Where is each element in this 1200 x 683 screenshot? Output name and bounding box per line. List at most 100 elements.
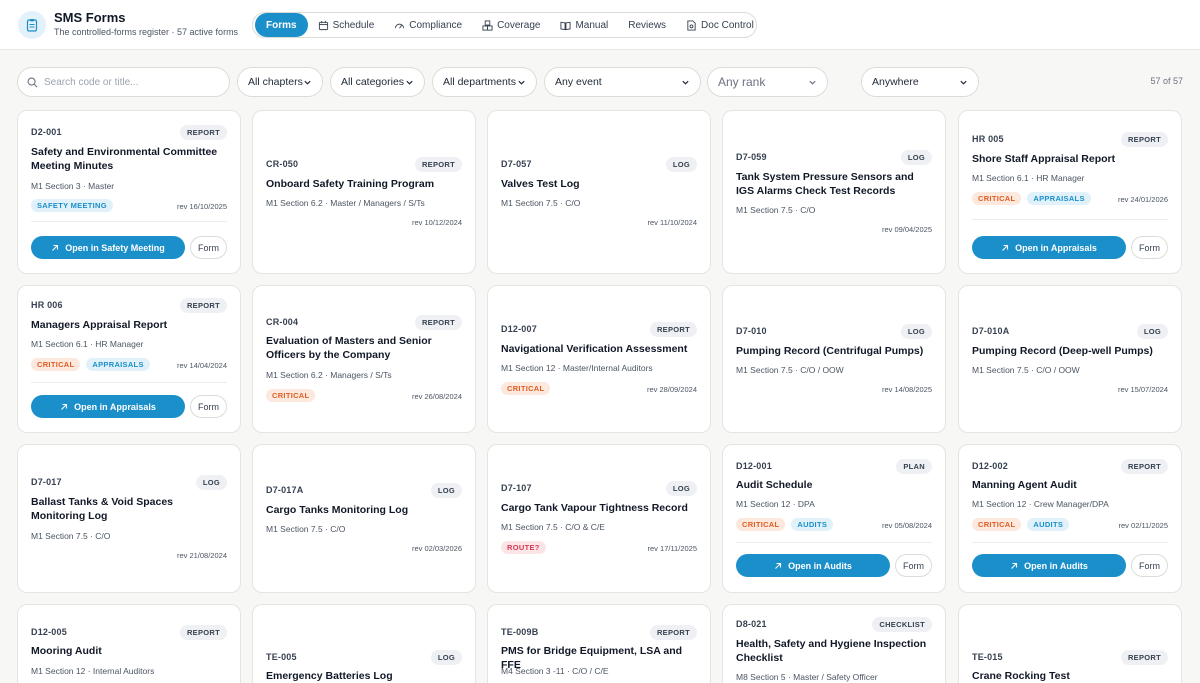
tab-doc-control[interactable]: Doc Control bbox=[676, 13, 764, 37]
tab-forms-label: Forms bbox=[266, 19, 297, 31]
form-meta: M1 Section 12 · Internal Auditors bbox=[31, 666, 155, 676]
open-module-button[interactable]: Open in Appraisals bbox=[31, 395, 185, 418]
type-badge: REPORT bbox=[649, 322, 697, 337]
form-card[interactable]: D12-007 REPORT Navigational Verification… bbox=[487, 285, 711, 433]
form-title: Manning Agent Audit bbox=[972, 479, 1077, 491]
form-card[interactable]: HR 006 REPORT Managers Appraisal Report … bbox=[17, 285, 241, 433]
type-badge: PLAN bbox=[896, 459, 932, 474]
revision-date: rev 02/03/2026 bbox=[411, 544, 462, 553]
type-badge: REPORT bbox=[179, 625, 227, 640]
form-title: Valves Test Log bbox=[501, 178, 580, 190]
search-input[interactable] bbox=[44, 76, 214, 88]
form-card[interactable]: HR 005 REPORT Shore Staff Appraisal Repo… bbox=[958, 110, 1182, 274]
category-select-value: All categories bbox=[341, 76, 405, 88]
clipboard-icon bbox=[18, 11, 46, 39]
critical-tag: CRITICAL bbox=[31, 358, 81, 371]
form-meta: M1 Section 6.2 · Master / Managers / S/T… bbox=[266, 198, 425, 208]
form-card[interactable]: D7-057 LOG Valves Test Log M1 Section 7.… bbox=[487, 110, 711, 274]
event-select[interactable]: Any event bbox=[544, 67, 701, 97]
open-module-button[interactable]: Open in Appraisals bbox=[972, 236, 1126, 259]
revision-date: rev 02/11/2025 bbox=[1118, 521, 1168, 530]
form-meta: M1 Section 7.5 · C/O / OOW bbox=[736, 365, 844, 375]
form-card[interactable]: D8-021 CHECKLIST Health, Safety and Hygi… bbox=[722, 604, 946, 683]
tab-compliance[interactable]: Compliance bbox=[384, 13, 472, 37]
tab-reviews[interactable]: Reviews bbox=[618, 13, 676, 37]
open-module-button[interactable]: Open in Safety Meeting bbox=[31, 236, 185, 259]
book-icon bbox=[560, 21, 571, 30]
form-card[interactable]: CR-050 REPORT Onboard Safety Training Pr… bbox=[252, 110, 476, 274]
form-card[interactable]: D7-017A LOG Cargo Tanks Monitoring Log M… bbox=[252, 444, 476, 593]
form-meta: M1 Section 7.5 · C/O bbox=[501, 198, 581, 208]
form-card[interactable]: D12-005 REPORT Mooring Audit M1 Section … bbox=[17, 604, 241, 683]
form-card[interactable]: CR-004 REPORT Evaluation of Masters and … bbox=[252, 285, 476, 433]
form-card[interactable]: D7-010 LOG Pumping Record (Centrifugal P… bbox=[722, 285, 946, 433]
form-card[interactable]: D7-107 LOG Cargo Tank Vapour Tightness R… bbox=[487, 444, 711, 593]
form-meta: M1 Section 6.2 · Managers / S/Ts bbox=[266, 370, 392, 380]
form-title: Shore Staff Appraisal Report bbox=[972, 153, 1116, 165]
app-header: SMS Forms The controlled-forms register … bbox=[0, 0, 1200, 50]
form-meta: M1 Section 7.5 · C/O bbox=[31, 531, 111, 541]
tab-schedule-label: Schedule bbox=[332, 19, 375, 31]
form-card[interactable]: D7-017 LOG Ballast Tanks & Void Spaces M… bbox=[17, 444, 241, 593]
tab-schedule[interactable]: Schedule bbox=[308, 13, 385, 37]
form-button[interactable]: Form bbox=[1131, 554, 1168, 577]
form-card[interactable]: D7-010A LOG Pumping Record (Deep-well Pu… bbox=[958, 285, 1182, 433]
form-card[interactable]: D12-002 REPORT Manning Agent Audit M1 Se… bbox=[958, 444, 1182, 593]
location-select-value: Anywhere bbox=[872, 76, 919, 88]
form-card[interactable]: D7-059 LOG Tank System Pressure Sensors … bbox=[722, 110, 946, 274]
form-code: D12-007 bbox=[501, 324, 537, 334]
tab-coverage-label: Coverage bbox=[497, 19, 541, 31]
chevron-down-icon bbox=[682, 80, 689, 85]
form-card[interactable]: D2-001 REPORT Safety and Environmental C… bbox=[17, 110, 241, 274]
search-icon bbox=[27, 77, 38, 87]
category-tag: APPRAISALS bbox=[86, 358, 150, 371]
type-badge: LOG bbox=[1136, 324, 1168, 339]
form-card[interactable]: TE-005 LOG Emergency Batteries Log bbox=[252, 604, 476, 683]
category-select[interactable]: All categories bbox=[330, 67, 425, 97]
doc-settings-icon bbox=[687, 19, 696, 31]
divider bbox=[31, 382, 227, 383]
open-module-button[interactable]: Open in Audits bbox=[972, 554, 1126, 577]
form-meta: M1 Section 7.5 · C/O & C/E bbox=[501, 522, 605, 532]
form-button[interactable]: Form bbox=[190, 395, 227, 418]
form-title: Health, Safety and Hygiene Inspection Ch… bbox=[736, 638, 927, 664]
form-button[interactable]: Form bbox=[1131, 236, 1168, 259]
open-module-button[interactable]: Open in Audits bbox=[736, 554, 890, 577]
form-card[interactable]: D12-001 PLAN Audit Schedule M1 Section 1… bbox=[722, 444, 946, 593]
location-select[interactable]: Anywhere bbox=[861, 67, 979, 97]
revision-date: rev 09/04/2025 bbox=[881, 225, 932, 234]
rank-select[interactable]: Any rank bbox=[707, 67, 828, 97]
type-badge: REPORT bbox=[179, 125, 227, 140]
form-button[interactable]: Form bbox=[190, 236, 227, 259]
form-title: Mooring Audit bbox=[31, 645, 102, 657]
form-meta: M1 Section 3 · Master bbox=[31, 181, 115, 191]
form-code: D2-001 bbox=[31, 127, 62, 137]
chapter-select-value: All chapters bbox=[248, 76, 303, 88]
boxes-icon bbox=[482, 19, 493, 31]
divider bbox=[31, 221, 227, 222]
form-card[interactable]: TE-009B REPORT PMS for Bridge Equipment,… bbox=[487, 604, 711, 683]
revision-date: rev 11/10/2024 bbox=[647, 218, 697, 227]
tab-forms[interactable]: Forms bbox=[255, 13, 308, 37]
form-code: D7-107 bbox=[501, 483, 532, 493]
form-button[interactable]: Form bbox=[895, 554, 932, 577]
tab-coverage[interactable]: Coverage bbox=[472, 13, 550, 37]
form-code: TE-005 bbox=[266, 652, 297, 662]
form-meta: M8 Section 5 · Master / Safety Officer bbox=[736, 672, 878, 682]
chapter-select[interactable]: All chapters bbox=[237, 67, 323, 97]
arrow-up-right-icon bbox=[1002, 244, 1009, 251]
open-module-label: Open in Audits bbox=[1024, 560, 1088, 571]
department-select[interactable]: All departments bbox=[432, 67, 537, 97]
critical-tag: CRITICAL bbox=[736, 518, 786, 531]
search-field[interactable] bbox=[17, 67, 230, 97]
tab-manual-label: Manual bbox=[575, 19, 609, 31]
form-card[interactable]: TE-015 REPORT Crane Rocking Test bbox=[958, 604, 1182, 683]
arrow-up-right-icon bbox=[61, 403, 68, 410]
form-title: Onboard Safety Training Program bbox=[266, 178, 435, 190]
form-code: HR 005 bbox=[972, 134, 1004, 144]
form-meta: M1 Section 7.5 · C/O / OOW bbox=[972, 365, 1080, 375]
type-badge: REPORT bbox=[1120, 459, 1168, 474]
form-code: TE-009B bbox=[501, 627, 539, 637]
chevron-down-icon bbox=[518, 80, 525, 85]
tab-manual[interactable]: Manual bbox=[550, 13, 618, 37]
